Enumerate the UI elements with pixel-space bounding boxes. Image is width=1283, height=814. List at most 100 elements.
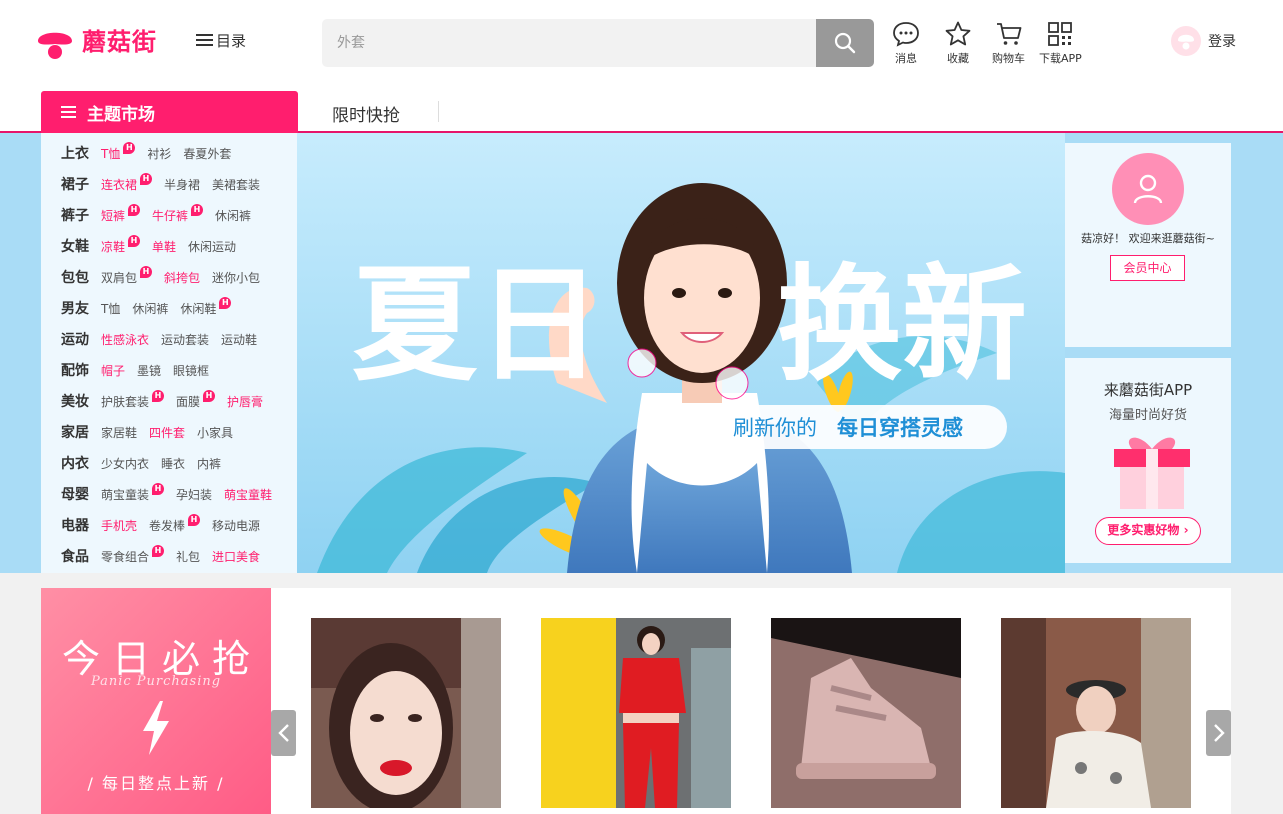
member-center-button[interactable]: 会员中心 (1110, 255, 1185, 281)
category-link[interactable]: 孕妇装 (176, 486, 212, 503)
catalog-label: 目录 (216, 32, 247, 50)
category-link[interactable]: 帽子 (101, 362, 125, 379)
category-name[interactable]: 家居 (61, 422, 101, 442)
category-link[interactable]: T恤 H (101, 142, 136, 162)
category-name[interactable]: 母婴 (61, 484, 101, 504)
category-link[interactable]: 短裤 H (101, 204, 141, 224)
category-link[interactable]: 睡衣 (161, 455, 185, 472)
category-link[interactable]: 进口美食 (212, 548, 260, 565)
header: 蘑菇街 目录 消息 (0, 0, 1283, 90)
tab-divider (438, 101, 439, 122)
carousel-prev-button[interactable] (271, 710, 296, 756)
category-name[interactable]: 电器 (61, 515, 101, 535)
category-link[interactable]: 牛仔裤 H (152, 204, 204, 224)
product-image[interactable] (541, 618, 731, 808)
category-name[interactable]: 裙子 (61, 174, 101, 194)
hot-badge-icon: H (191, 204, 204, 216)
category-link[interactable]: 休闲鞋 H (180, 297, 232, 317)
category-link[interactable]: 手机壳 (101, 517, 137, 534)
category-link[interactable]: 双肩包 H (101, 266, 153, 286)
hot-badge-icon: H (123, 142, 136, 154)
category-link[interactable]: 凉鞋 H (101, 235, 141, 255)
tab-flash-sale[interactable]: 限时快抢 (332, 101, 400, 126)
category-link[interactable]: 移动电源 (212, 517, 260, 534)
hero-banner[interactable]: 夏日 换新 刷新你的 每日穿搭灵感 (297, 133, 1065, 573)
star-icon (945, 21, 971, 46)
hot-badge-icon: H (128, 204, 141, 216)
more-deals-label: 更多实惠好物 (1107, 523, 1180, 537)
category-name[interactable]: 包包 (61, 267, 101, 287)
category-link-label: 春夏外套 (183, 146, 232, 161)
category-link[interactable]: 零食组合 H (101, 545, 165, 565)
category-link[interactable]: 面膜 H (176, 390, 216, 410)
category-link-label: 卷发棒 (149, 518, 186, 533)
category-link-label: 单鞋 (152, 239, 177, 254)
user-avatar[interactable] (1112, 153, 1184, 225)
category-name[interactable]: 女鞋 (61, 236, 101, 256)
category-link[interactable]: 春夏外套 (183, 145, 231, 162)
category-link[interactable]: 护肤套装 H (101, 390, 165, 410)
category-link[interactable]: 礼包 (176, 548, 200, 565)
category-link[interactable]: 衬衫 (147, 145, 171, 162)
category-link-label: 休闲鞋 (180, 301, 217, 316)
category-link[interactable]: 休闲运动 (188, 238, 236, 255)
category-link[interactable]: 斜挎包 (164, 269, 200, 286)
nav-favorites[interactable]: 收藏 (944, 20, 972, 66)
category-link[interactable]: 小家具 (197, 424, 233, 441)
category-link[interactable]: 护唇膏 (227, 393, 263, 410)
category-link[interactable]: 半身裙 (164, 176, 200, 193)
product-image[interactable] (1001, 618, 1191, 808)
brand-name: 蘑菇街 (82, 28, 157, 56)
category-name[interactable]: 裤子 (61, 205, 101, 225)
category-name[interactable]: 上衣 (61, 143, 101, 163)
catalog-button[interactable]: 目录 (196, 30, 246, 51)
category-link[interactable]: 内裤 (197, 455, 221, 472)
tab-theme-market-label: 主题市场 (87, 104, 155, 125)
category-link[interactable]: 休闲裤 (215, 207, 251, 224)
category-link[interactable]: 萌宝童鞋 (224, 486, 272, 503)
category-link[interactable]: 萌宝童装 H (101, 483, 165, 503)
more-deals-button[interactable]: 更多实惠好物 › (1095, 517, 1201, 545)
category-name[interactable]: 食品 (61, 546, 101, 566)
product-carousel (271, 588, 1231, 814)
product-image[interactable] (771, 618, 961, 808)
category-link-label: 休闲运动 (188, 239, 237, 254)
category-name[interactable]: 男友 (61, 298, 101, 318)
logo[interactable]: 蘑菇街 (36, 22, 157, 62)
search-input[interactable] (322, 19, 816, 67)
category-link[interactable]: 家居鞋 (101, 424, 137, 441)
category-name[interactable]: 内衣 (61, 453, 101, 473)
hero-tag-bold: 每日穿搭灵感 (837, 416, 963, 440)
category-link[interactable]: 休闲裤 (132, 300, 168, 317)
nav-cart[interactable]: 购物车 (992, 20, 1025, 66)
category-link[interactable]: 单鞋 (152, 238, 176, 255)
category-link[interactable]: 四件套 (149, 424, 185, 441)
tab-theme-market[interactable]: 主题市场 (41, 91, 298, 133)
nav-messages[interactable]: 消息 (892, 20, 920, 66)
category-link[interactable]: 墨镜 (137, 362, 161, 379)
category-link[interactable]: 卷发棒 H (149, 514, 201, 534)
category-link[interactable]: T恤 (101, 300, 120, 317)
category-link[interactable]: 性感泳衣 (101, 331, 149, 348)
category-name[interactable]: 美妆 (61, 391, 101, 411)
category-link[interactable]: 运动鞋 (221, 331, 257, 348)
category-link-label: 衬衫 (147, 146, 172, 161)
search-button[interactable] (816, 19, 874, 67)
carousel-next-button[interactable] (1206, 710, 1231, 756)
flash-sale-card[interactable]: 今日必抢 Panic Purchasing / 每日整点上新 / (41, 588, 271, 814)
category-link[interactable]: 迷你小包 (212, 269, 260, 286)
nav-download-app[interactable]: 下载APP (1039, 20, 1082, 66)
product-image[interactable] (311, 618, 501, 808)
category-link-label: 凉鞋 (101, 239, 126, 254)
category-link[interactable]: 连衣裙 H (101, 173, 153, 193)
category-name[interactable]: 运动 (61, 329, 101, 349)
flash-sale-subtitle-en: Panic Purchasing (90, 674, 222, 689)
hot-badge-icon: H (219, 297, 232, 309)
category-row: 上衣 T恤 H 衬衫 春夏外套 (61, 141, 243, 165)
category-link[interactable]: 运动套装 (161, 331, 209, 348)
category-link[interactable]: 美裙套装 (212, 176, 260, 193)
login-button[interactable]: 登录 (1171, 26, 1236, 56)
category-name[interactable]: 配饰 (61, 360, 101, 380)
category-link[interactable]: 少女内衣 (101, 455, 149, 472)
category-link[interactable]: 眼镜框 (173, 362, 209, 379)
